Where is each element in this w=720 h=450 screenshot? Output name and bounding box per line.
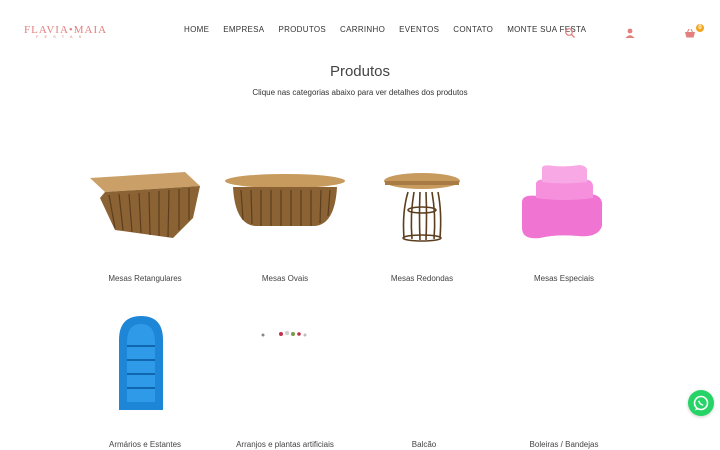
cart-count-badge: 0 xyxy=(696,24,704,32)
nav-produtos[interactable]: PRODUTOS xyxy=(278,25,326,39)
category-card-mesas-especiais[interactable]: Mesas Especiais xyxy=(494,150,634,290)
whatsapp-icon xyxy=(693,395,709,411)
main-nav: HOME EMPRESA PRODUTOS CARRINHO EVENTOS C… xyxy=(184,25,586,39)
category-card-arranjos-e-plantas[interactable]: Arranjos e plantas artificiais xyxy=(215,310,355,450)
product-image xyxy=(215,150,355,260)
logo-subtext: FESTAS xyxy=(36,34,88,39)
product-image xyxy=(75,150,215,260)
nav-carrinho[interactable]: CARRINHO xyxy=(340,25,385,39)
category-card-mesas-ovais[interactable]: Mesas Ovais xyxy=(215,150,355,290)
brand-logo[interactable]: FLAVIA•MAIA FESTAS xyxy=(24,24,106,40)
site-header: FLAVIA•MAIA FESTAS HOME EMPRESA PRODUTOS… xyxy=(0,0,720,62)
product-image xyxy=(215,310,355,420)
category-label[interactable]: Mesas Especiais xyxy=(494,274,634,283)
nav-contato[interactable]: CONTATO xyxy=(453,25,493,39)
nav-eventos[interactable]: EVENTOS xyxy=(399,25,439,39)
product-image xyxy=(494,150,634,260)
category-card-boleiras-bandejas[interactable]: Boleiras / Bandejas xyxy=(494,310,634,450)
category-card-balcao[interactable]: Balcão xyxy=(354,310,494,450)
search-icon[interactable] xyxy=(564,26,576,38)
nav-home[interactable]: HOME xyxy=(184,25,209,39)
product-image xyxy=(494,310,634,420)
nav-empresa[interactable]: EMPRESA xyxy=(223,25,264,39)
user-icon[interactable] xyxy=(624,26,636,38)
category-label[interactable]: Armários e Estantes xyxy=(75,440,215,449)
category-label[interactable]: Mesas Redondas xyxy=(352,274,492,283)
product-image xyxy=(75,310,215,420)
basket-icon[interactable] xyxy=(684,26,696,38)
category-card-mesas-retangulares[interactable]: Mesas Retangulares xyxy=(75,150,215,290)
category-label[interactable]: Mesas Retangulares xyxy=(75,274,215,283)
category-label[interactable]: Arranjos e plantas artificiais xyxy=(215,440,355,449)
page-title: Produtos xyxy=(329,63,391,80)
product-image xyxy=(354,310,494,420)
category-label[interactable]: Balcão xyxy=(354,440,494,449)
product-image xyxy=(352,150,492,260)
category-label[interactable]: Boleiras / Bandejas xyxy=(494,440,634,449)
category-card-mesas-redondas[interactable]: Mesas Redondas xyxy=(352,150,492,290)
category-label[interactable]: Mesas Ovais xyxy=(215,274,355,283)
category-card-armarios-e-estantes[interactable]: Armários e Estantes xyxy=(75,310,215,450)
whatsapp-chat-button[interactable] xyxy=(688,390,714,416)
page-subtitle: Clique nas categorias abaixo para ver de… xyxy=(252,88,468,97)
